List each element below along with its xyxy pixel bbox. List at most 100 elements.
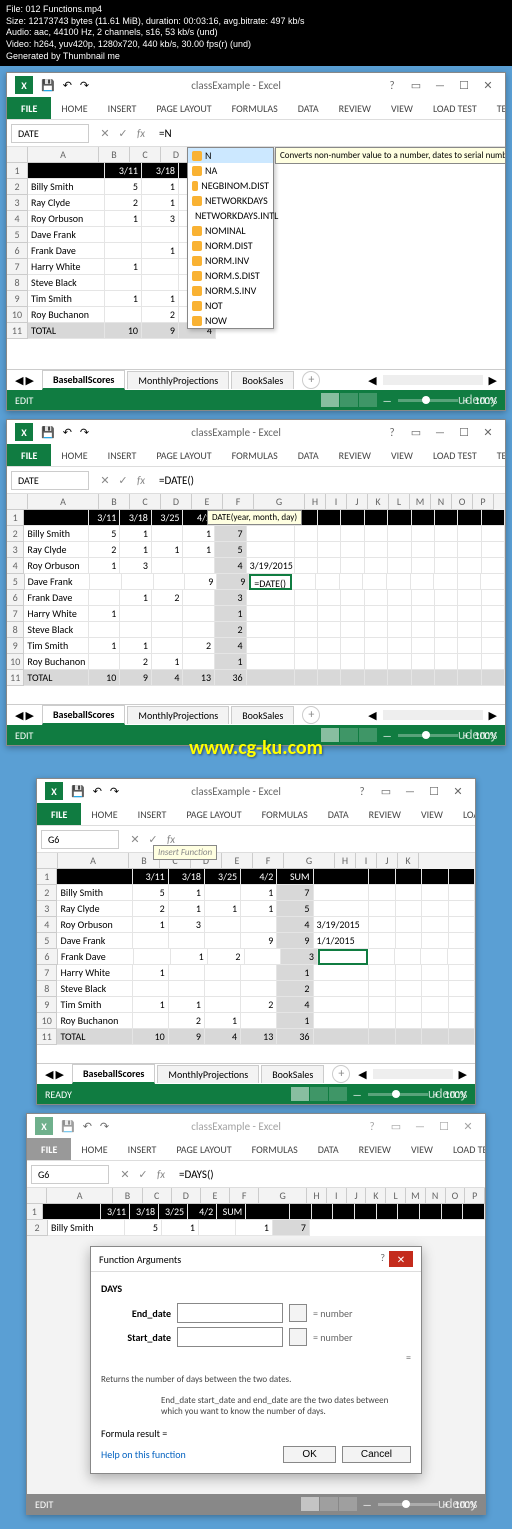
cell[interactable] [458, 654, 481, 670]
sheet-tab[interactable]: BookSales [231, 371, 294, 389]
cell[interactable] [369, 917, 395, 933]
cell[interactable]: 1 [241, 885, 277, 901]
cell[interactable] [205, 917, 241, 933]
cell[interactable] [169, 981, 205, 997]
cell[interactable] [369, 1013, 395, 1029]
sheet-next-icon[interactable]: ▶ [25, 374, 33, 387]
sheet-tab[interactable]: MonthlyProjections [127, 706, 229, 724]
row-1[interactable]: 1 [7, 163, 28, 179]
cell[interactable] [422, 1029, 448, 1045]
cell[interactable]: 1 [120, 526, 152, 542]
cell[interactable] [318, 558, 341, 574]
cell[interactable] [435, 542, 458, 558]
row-num[interactable]: 6 [37, 949, 58, 965]
row-1[interactable]: 1 [7, 510, 24, 526]
cell[interactable] [412, 558, 435, 574]
cell[interactable]: 1 [205, 901, 241, 917]
cell[interactable] [412, 590, 435, 606]
cell[interactable]: 1 [169, 885, 205, 901]
cell[interactable] [152, 622, 184, 638]
accept-formula-icon[interactable]: ✓ [115, 125, 131, 141]
start-date-input[interactable] [177, 1327, 283, 1347]
row-num[interactable]: 8 [7, 622, 24, 638]
tab-review[interactable]: REVIEW [329, 444, 381, 466]
cell[interactable] [482, 654, 505, 670]
cell[interactable] [341, 526, 364, 542]
row-num[interactable]: 5 [37, 933, 57, 949]
cell[interactable] [482, 622, 505, 638]
scroll-left-icon[interactable]: ◀ [358, 1068, 366, 1081]
tab-team[interactable]: TEAM [487, 97, 505, 119]
cell[interactable]: 1 [133, 997, 169, 1013]
cell[interactable] [365, 526, 388, 542]
row-num[interactable]: 9 [7, 638, 24, 654]
cell[interactable] [292, 574, 316, 590]
cell[interactable] [247, 590, 295, 606]
cell[interactable] [295, 558, 318, 574]
cell[interactable] [365, 606, 388, 622]
redo-icon[interactable]: ↷ [110, 785, 119, 798]
ribbon-display-icon[interactable]: ▭ [407, 423, 425, 441]
cell[interactable]: Dave Frank [25, 574, 90, 590]
cell[interactable] [341, 558, 364, 574]
cell[interactable] [152, 638, 184, 654]
cell[interactable] [314, 981, 370, 997]
cell[interactable] [482, 526, 505, 542]
cell[interactable] [183, 590, 215, 606]
row-1[interactable]: 1 [37, 869, 57, 885]
cell[interactable]: 1 [89, 606, 121, 622]
cell[interactable]: Roy Orbuson [57, 917, 132, 933]
name-box[interactable]: G6 [41, 830, 119, 849]
cell[interactable] [387, 574, 411, 590]
cell[interactable] [388, 622, 411, 638]
cell[interactable] [396, 965, 422, 981]
col-head[interactable]: D [172, 1188, 201, 1204]
cell[interactable] [449, 901, 475, 917]
row-num[interactable]: 2 [37, 885, 57, 901]
fx-icon[interactable]: fx [133, 125, 149, 141]
cell[interactable] [247, 606, 295, 622]
tab-insert[interactable]: INSERT [98, 97, 147, 119]
cell[interactable] [411, 574, 435, 590]
col-head[interactable]: H [305, 494, 326, 510]
cell[interactable] [183, 622, 215, 638]
cell[interactable] [205, 981, 241, 997]
zoom-slider[interactable] [398, 399, 458, 402]
cell[interactable] [368, 949, 395, 965]
cell[interactable] [458, 638, 481, 654]
col-head[interactable]: J [347, 1188, 367, 1204]
cell[interactable] [422, 1013, 448, 1029]
cell[interactable]: TOTAL [24, 670, 88, 686]
col-b[interactable]: B [99, 147, 130, 163]
ac-item[interactable]: N [188, 148, 273, 163]
cell[interactable] [369, 997, 395, 1013]
cell[interactable] [365, 654, 388, 670]
cell[interactable] [314, 1029, 370, 1045]
tab-home[interactable]: HOME [71, 1138, 117, 1160]
cell[interactable] [295, 670, 318, 686]
view-normal-icon[interactable] [321, 393, 339, 407]
col-head[interactable]: J [377, 853, 398, 869]
row-2[interactable]: 2 [27, 1220, 48, 1236]
sheet-prev-icon[interactable]: ◀ [15, 374, 23, 387]
cell[interactable] [388, 670, 411, 686]
cell[interactable]: Roy Buchanon [57, 1013, 132, 1029]
sheet-tab[interactable]: MonthlyProjections [127, 371, 229, 389]
range-select-icon[interactable] [289, 1328, 307, 1346]
ribbon-display-icon[interactable]: ▭ [377, 782, 395, 800]
col-head[interactable]: I [326, 494, 347, 510]
cell[interactable]: 1 [277, 1013, 313, 1029]
cell[interactable] [458, 526, 481, 542]
cell[interactable] [241, 981, 277, 997]
view-normal-icon[interactable] [291, 1087, 309, 1101]
maximize-icon[interactable]: ☐ [455, 423, 473, 441]
cell[interactable] [396, 933, 422, 949]
cell[interactable] [340, 574, 364, 590]
col-head[interactable]: H [307, 1188, 327, 1204]
cell[interactable]: 1 [133, 917, 169, 933]
cell[interactable] [295, 526, 318, 542]
cell[interactable] [449, 885, 475, 901]
cell[interactable]: 10 [133, 1029, 169, 1045]
cell[interactable] [449, 1013, 475, 1029]
cell[interactable] [388, 542, 411, 558]
